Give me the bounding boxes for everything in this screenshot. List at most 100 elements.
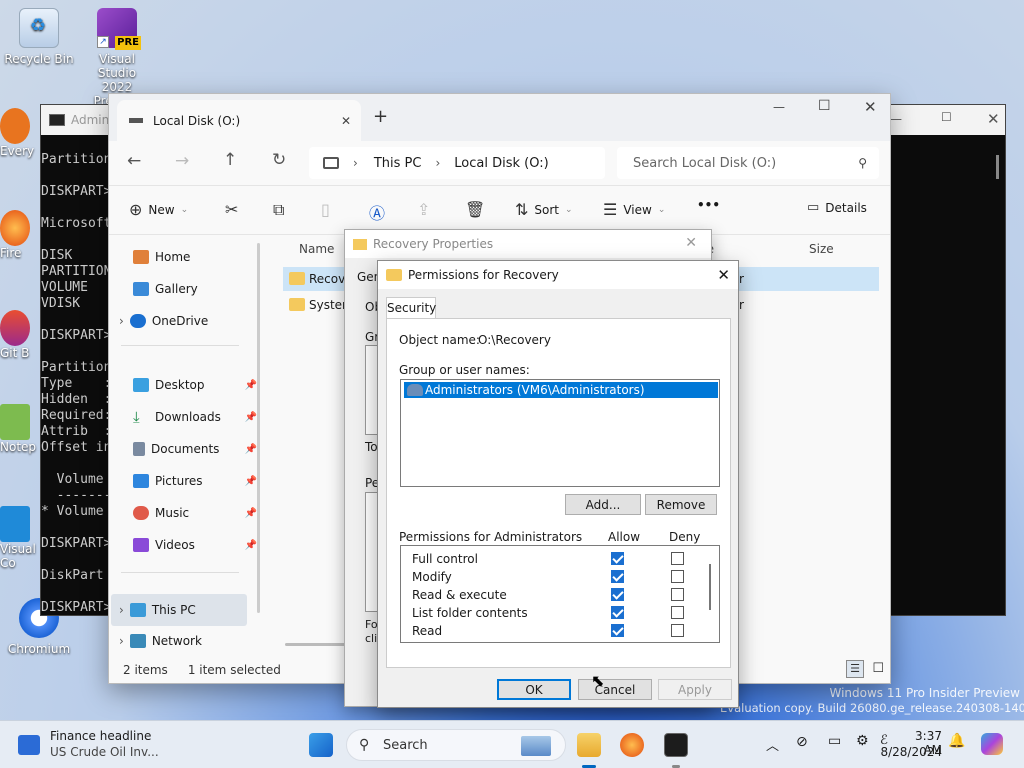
sidebar-label: Downloads — [155, 410, 221, 424]
terminal-taskbar-icon[interactable] — [664, 733, 688, 757]
apply-button[interactable]: Apply — [658, 679, 732, 700]
sidebar-item-desktop[interactable]: Desktop 📌 — [133, 372, 261, 398]
allow-checkbox[interactable] — [611, 606, 624, 619]
minimize-button[interactable]: — — [773, 100, 785, 114]
sidebar-item-documents[interactable]: Documents 📌 — [133, 436, 261, 462]
maximize-button[interactable]: ☐ — [818, 98, 831, 114]
sidebar-item-gallery[interactable]: Gallery — [133, 276, 261, 302]
permissions-list[interactable]: Full control Modify Read & execute List fol… — [400, 545, 720, 643]
sidebar-label: This PC — [151, 603, 196, 617]
sidebar-item-onedrive[interactable]: › OneDrive — [119, 308, 247, 334]
column-header-name[interactable]: Name — [299, 242, 334, 256]
settings-icon[interactable]: ⚙ — [856, 733, 869, 749]
details-view-icon[interactable]: ☰ — [846, 660, 864, 678]
back-icon[interactable]: ← — [127, 151, 141, 171]
permissions-dialog[interactable]: Permissions for Recovery ✕ Security Obje… — [377, 260, 739, 708]
sidebar-item-pictures[interactable]: Pictures 📌 — [133, 468, 261, 494]
deny-checkbox[interactable] — [671, 552, 684, 565]
paste-button[interactable]: ▯ — [321, 200, 330, 219]
desktop-icon-firefox[interactable]: Fire — [0, 210, 40, 260]
console-minimize-button[interactable]: — — [890, 112, 902, 126]
desktop-icon-notepad[interactable]: Notep — [0, 404, 40, 454]
breadcrumb-local-disk[interactable]: Local Disk (O:) — [454, 156, 548, 171]
copilot-icon[interactable] — [981, 733, 1003, 755]
permission-name: List folder contents — [412, 606, 528, 620]
news-widget[interactable]: Finance headline US Crude Oil Inv... — [18, 727, 188, 763]
allow-checkbox[interactable] — [611, 570, 624, 583]
refresh-icon[interactable]: ↻ — [272, 150, 286, 170]
explorer-tabbar: Local Disk (O:) ✕ + — ☐ ✕ — [109, 94, 890, 141]
allow-checkbox[interactable] — [611, 588, 624, 601]
pin-icon: 📌 — [244, 411, 257, 423]
console-maximize-button[interactable]: ☐ — [941, 110, 952, 124]
cut-button[interactable]: ✂ — [225, 200, 238, 219]
share-button[interactable]: ⇪ — [417, 200, 430, 219]
console-scrollbar[interactable] — [996, 155, 999, 179]
desktop-icon-recycle-bin[interactable]: ♻ Recycle Bin — [4, 8, 74, 66]
forward-icon[interactable]: → — [175, 151, 189, 171]
search-label: Search — [383, 738, 428, 753]
desktop-icon-git-bash[interactable]: Git B — [0, 310, 40, 360]
for-special-label: Fo — [365, 618, 378, 631]
display-icon[interactable]: ▭ — [828, 733, 841, 749]
console-close-button[interactable]: ✕ — [987, 110, 1000, 128]
desktop-icon-vscode[interactable]: Visual Co — [0, 506, 40, 570]
permissions-titlebar[interactable]: Permissions for Recovery ✕ — [378, 261, 738, 289]
sort-label: Sort — [534, 202, 560, 217]
ok-button[interactable]: OK — [497, 679, 571, 700]
sidebar-item-network[interactable]: › Network — [119, 628, 247, 654]
deny-checkbox[interactable] — [671, 624, 684, 637]
breadcrumb-this-pc[interactable]: This PC — [374, 156, 422, 171]
clock-date[interactable]: 8/28/2024 — [880, 745, 942, 759]
network-off-icon[interactable]: ⊘ — [796, 734, 808, 750]
firefox-taskbar-icon[interactable] — [620, 733, 644, 757]
desktop-icon-everything[interactable]: Every — [0, 108, 40, 158]
sidebar-item-this-pc[interactable]: › This PC — [111, 594, 247, 626]
allow-checkbox[interactable] — [611, 552, 624, 565]
preview-badge: PRE — [115, 36, 141, 50]
sidebar-item-home[interactable]: Home — [133, 244, 261, 270]
copy-button[interactable]: ⧉ — [273, 200, 284, 220]
properties-titlebar[interactable]: Recovery Properties ✕ — [345, 230, 711, 258]
tiles-view-icon[interactable]: ☐ — [872, 661, 884, 676]
close-button[interactable]: ✕ — [864, 98, 877, 116]
view-button[interactable]: ☰ View ⌄ — [603, 200, 665, 219]
delete-button[interactable]: 🗑 — [465, 200, 485, 219]
address-bar[interactable]: › This PC › Local Disk (O:) — [309, 147, 605, 179]
add-button[interactable]: Add... — [565, 494, 641, 515]
sidebar-scrollbar[interactable] — [257, 243, 260, 613]
users-icon — [407, 384, 423, 396]
sidebar-item-music[interactable]: Music 📌 — [133, 500, 261, 526]
column-header-size[interactable]: Size — [809, 242, 834, 256]
group-item-administrators[interactable]: Administrators (VM6\Administrators) — [404, 382, 718, 398]
security-tab[interactable]: Security — [386, 297, 436, 319]
deny-checkbox[interactable] — [671, 588, 684, 601]
deny-checkbox[interactable] — [671, 606, 684, 619]
cancel-button[interactable]: Cancel — [578, 679, 652, 700]
chevron-up-icon[interactable]: ︿ — [766, 735, 779, 754]
sidebar-item-videos[interactable]: Videos 📌 — [133, 532, 261, 558]
remove-button[interactable]: Remove — [645, 494, 717, 515]
tab-title: Local Disk (O:) — [153, 113, 241, 128]
up-icon[interactable]: ↑ — [223, 150, 237, 170]
details-button[interactable]: ▭ Details — [807, 200, 867, 215]
permissions-scrollbar[interactable] — [709, 564, 711, 610]
permissions-close-button[interactable]: ✕ — [717, 266, 730, 284]
deny-checkbox[interactable] — [671, 570, 684, 583]
properties-close-button[interactable]: ✕ — [685, 235, 697, 251]
search-input[interactable]: Search Local Disk (O:) ⚲ — [617, 147, 879, 179]
start-button[interactable] — [309, 733, 333, 757]
allow-checkbox[interactable] — [611, 624, 624, 637]
group-names-list[interactable]: Administrators (VM6\Administrators) — [400, 379, 720, 487]
tab-close-icon[interactable]: ✕ — [341, 114, 351, 128]
rename-button[interactable]: Ⓐ — [369, 200, 385, 224]
notification-bell-icon[interactable]: 🔔 — [948, 733, 965, 749]
sidebar-item-downloads[interactable]: ⤓ Downloads 📌 — [133, 404, 261, 430]
taskbar-search[interactable]: ⚲ Search — [346, 729, 566, 761]
new-button[interactable]: ⊕ New ⌄ — [129, 200, 188, 219]
sort-button[interactable]: ⇅ Sort ⌄ — [515, 200, 573, 219]
new-tab-button[interactable]: + — [373, 106, 388, 127]
file-explorer-taskbar-icon[interactable] — [577, 733, 601, 757]
more-button[interactable]: ••• — [697, 198, 720, 212]
explorer-tab[interactable]: Local Disk (O:) ✕ — [117, 100, 361, 141]
